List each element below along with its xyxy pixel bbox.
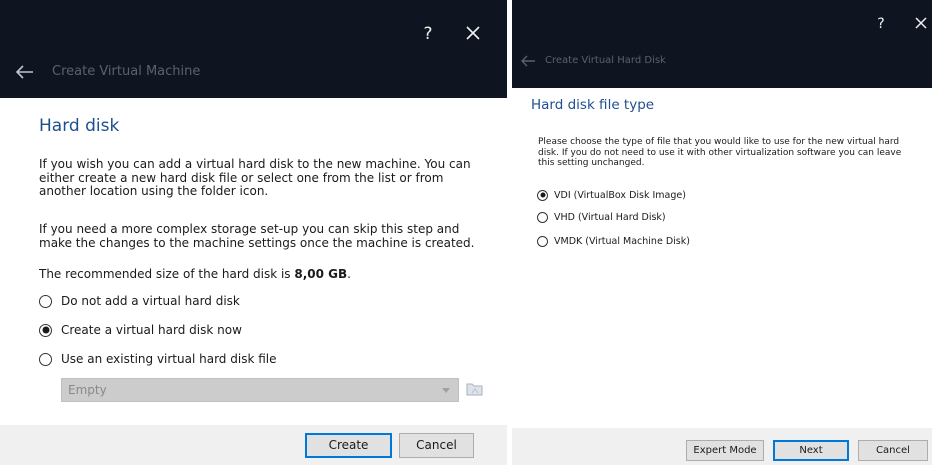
close-icon: [915, 17, 927, 29]
help-button[interactable]: ?: [414, 20, 442, 48]
expert-mode-button[interactable]: Expert Mode: [686, 440, 764, 461]
back-arrow-icon: [521, 55, 535, 67]
radio-button[interactable]: [537, 189, 548, 201]
close-button[interactable]: [458, 18, 488, 48]
cancel-button[interactable]: Cancel: [399, 433, 474, 458]
radio-vmdk[interactable]: VMDK (Virtual Machine Disk): [537, 233, 690, 249]
recommended-size-suffix: .: [347, 267, 351, 281]
dialog-title-bar: ? Create Virtual Hard Disk: [512, 0, 932, 88]
recommended-size-prefix: The recommended size of the hard disk is: [39, 267, 295, 281]
create-virtual-hard-disk-dialog: ? Create Virtual Hard Disk Hard disk fil…: [512, 0, 932, 465]
dialog-title-bar: ? Create Virtual Machine: [0, 0, 507, 98]
existing-disk-select[interactable]: Empty: [61, 378, 459, 402]
back-button[interactable]: [14, 64, 34, 80]
recommended-size-value: 8,00 GB: [294, 267, 348, 281]
recommended-size-text: The recommended size of the hard disk is…: [39, 267, 491, 282]
chevron-down-icon: [442, 388, 450, 393]
radio-label: Do not add a virtual hard disk: [61, 294, 240, 308]
create-button[interactable]: Create: [305, 433, 392, 458]
back-arrow-icon: [15, 65, 33, 79]
radio-button[interactable]: [39, 352, 52, 366]
radio-button[interactable]: [39, 323, 52, 337]
radio-vdi[interactable]: VDI (VirtualBox Disk Image): [537, 187, 686, 203]
next-button[interactable]: Next: [773, 440, 849, 461]
dialog-title: Create Virtual Machine: [52, 64, 201, 79]
create-virtual-machine-dialog: ? Create Virtual Machine Hard disk If yo…: [0, 0, 507, 465]
help-button[interactable]: ?: [869, 12, 893, 36]
back-button[interactable]: [520, 55, 536, 67]
close-button[interactable]: [908, 10, 932, 36]
radio-button[interactable]: [39, 294, 52, 308]
description-paragraph: Please choose the type of file that you …: [538, 137, 902, 168]
radio-label: Use an existing virtual hard disk file: [61, 352, 277, 366]
radio-selected-dot: [540, 192, 545, 198]
page-heading: Hard disk: [39, 116, 120, 136]
dialog-title: Create Virtual Hard Disk: [545, 55, 666, 66]
intro-paragraph: If you wish you can add a virtual hard d…: [39, 157, 471, 198]
select-value: Empty: [68, 383, 107, 397]
radio-label: VMDK (Virtual Machine Disk): [554, 235, 690, 247]
radio-button[interactable]: [537, 235, 548, 247]
radio-vhd[interactable]: VHD (Virtual Hard Disk): [537, 209, 666, 225]
radio-create-disk[interactable]: Create a virtual hard disk now: [39, 320, 242, 340]
radio-button[interactable]: [537, 211, 548, 223]
page-heading: Hard disk file type: [531, 97, 655, 113]
radio-existing-disk[interactable]: Use an existing virtual hard disk file: [39, 349, 276, 369]
folder-icon: [466, 383, 483, 396]
close-icon: [466, 26, 480, 40]
choose-disk-file-button[interactable]: [466, 381, 484, 397]
radio-label: VHD (Virtual Hard Disk): [554, 211, 666, 223]
radio-label: Create a virtual hard disk now: [61, 323, 242, 337]
cancel-button[interactable]: Cancel: [858, 440, 928, 461]
radio-no-disk[interactable]: Do not add a virtual hard disk: [39, 291, 240, 311]
storage-hint-paragraph: If you need a more complex storage set-u…: [39, 222, 475, 250]
radio-label: VDI (VirtualBox Disk Image): [554, 189, 686, 201]
radio-selected-dot: [42, 326, 49, 334]
